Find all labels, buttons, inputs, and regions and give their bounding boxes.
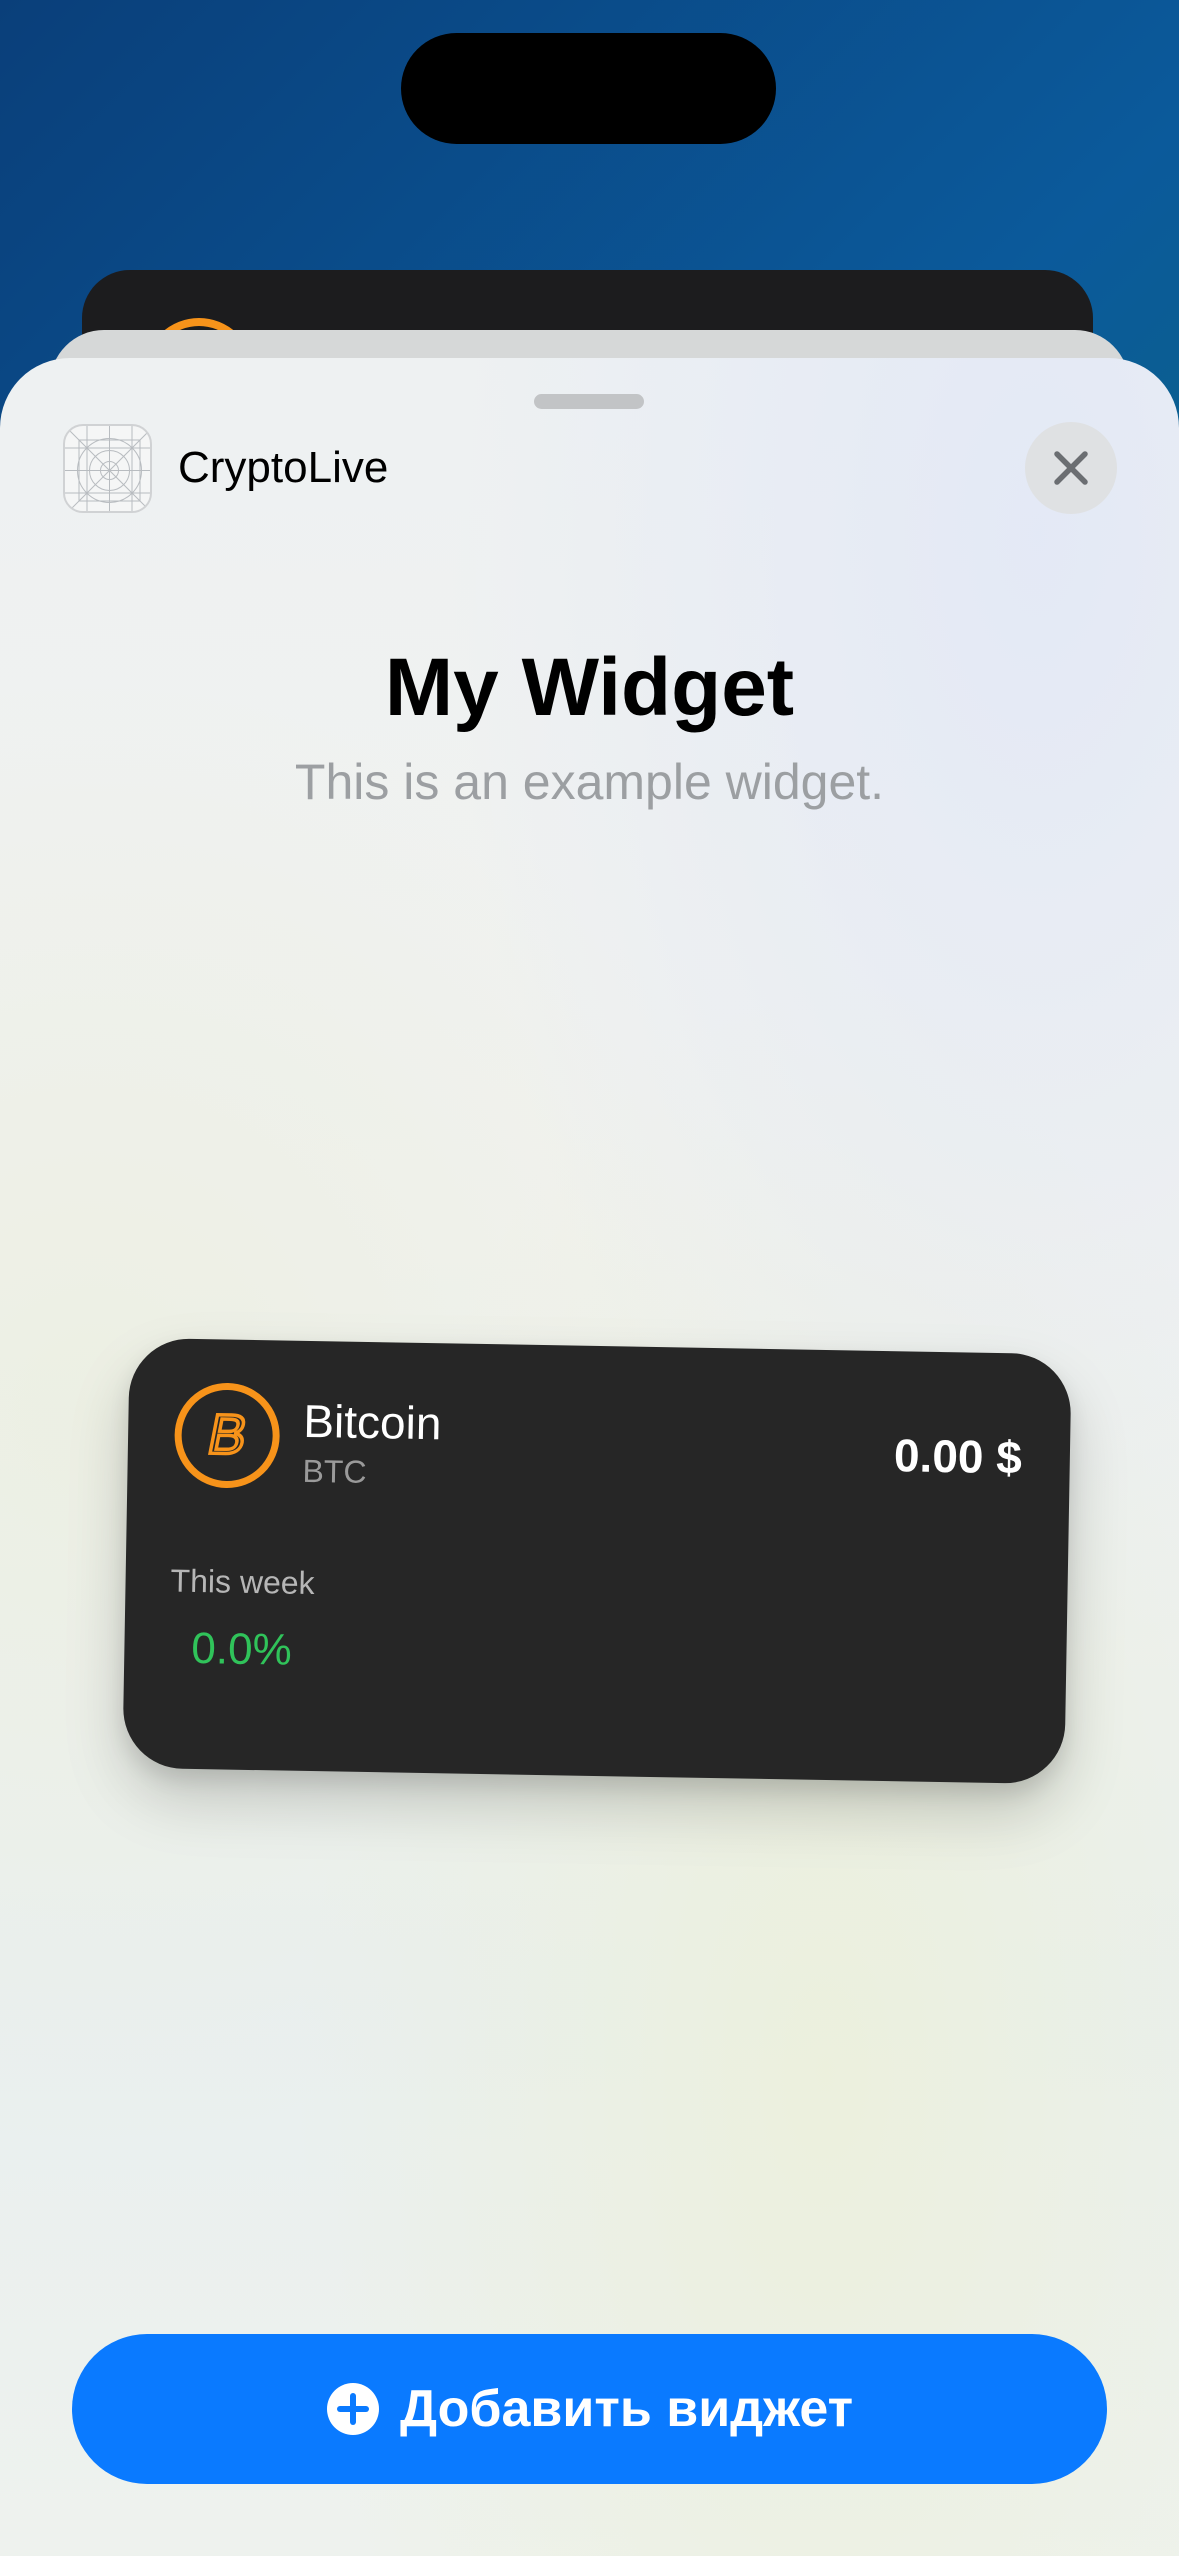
dynamic-island — [401, 33, 776, 144]
period-label: This week — [170, 1562, 315, 1602]
bitcoin-logo-icon: B — [174, 1383, 280, 1489]
add-widget-button[interactable]: Добавить виджет — [72, 2334, 1107, 2484]
widget-title: My Widget — [384, 642, 795, 733]
widget-preview-card[interactable]: B Bitcoin BTC 0.00 $ This week 0.0% — [122, 1337, 1072, 1785]
widget-gallery-sheet: CryptoLive My Widget This is an example … — [0, 358, 1179, 2556]
plus-circle-icon — [326, 2383, 379, 2435]
coin-symbol: BTC — [302, 1452, 367, 1490]
price-change-value: 0.0% — [190, 1623, 293, 1675]
coin-price: 0.00 $ — [893, 1429, 1023, 1484]
widget-subtitle: This is an example widget. — [294, 754, 885, 810]
coin-name: Bitcoin — [302, 1394, 442, 1450]
svg-text:B: B — [203, 1403, 252, 1466]
close-icon — [1054, 451, 1088, 485]
app-placeholder-icon — [63, 424, 152, 513]
close-button[interactable] — [1025, 422, 1117, 514]
sheet-grabber[interactable] — [534, 394, 644, 409]
app-name: CryptoLive — [178, 443, 389, 492]
add-widget-label: Добавить виджет — [399, 2380, 854, 2438]
